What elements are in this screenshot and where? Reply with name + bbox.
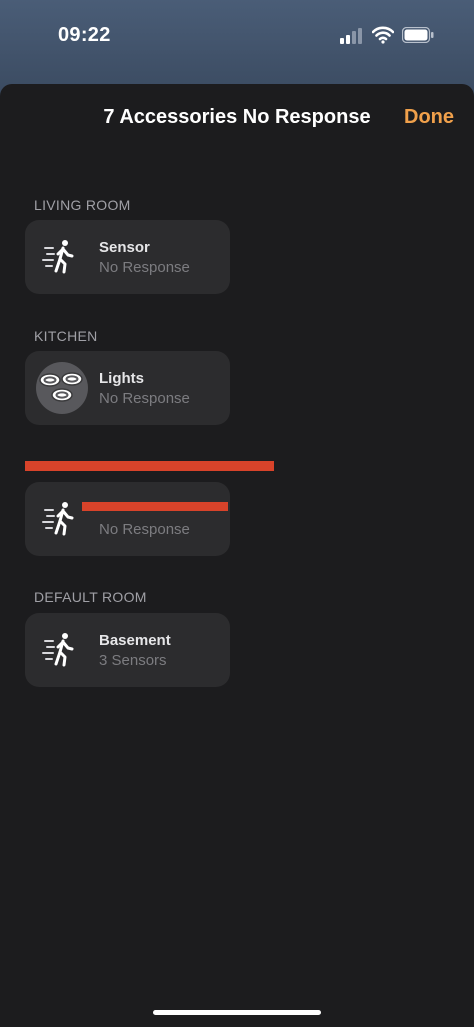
tile-name: Lights: [99, 370, 144, 387]
tile-status: No Response: [99, 521, 190, 538]
accessory-tile-lights[interactable]: Lights No Response: [25, 351, 230, 425]
no-response-sheet: 7 Accessories No Response Done LIVING RO…: [0, 84, 474, 1027]
home-indicator[interactable]: [153, 1010, 321, 1015]
tile-name: Basement: [99, 632, 171, 649]
section-header-kitchen: KITCHEN: [34, 328, 98, 344]
accessory-tile-basement[interactable]: Basement 3 Sensors: [25, 613, 230, 687]
tile-name: Sensor: [99, 239, 150, 256]
redaction-bar: [25, 461, 274, 471]
wifi-icon: [372, 26, 394, 44]
section-header-default-room: DEFAULT ROOM: [34, 589, 147, 605]
tile-status: 3 Sensors: [99, 652, 167, 669]
cellular-signal-icon: [340, 28, 362, 44]
tile-status: No Response: [99, 259, 190, 276]
done-button[interactable]: Done: [404, 106, 454, 129]
status-bar: 09:22: [0, 0, 474, 70]
status-time: 09:22: [58, 24, 111, 46]
section-header-living-room: LIVING ROOM: [34, 197, 131, 213]
sheet-title: 7 Accessories No Response: [103, 106, 371, 128]
accessory-tile-redacted[interactable]: No Response: [25, 482, 230, 556]
redaction-bar: [82, 502, 228, 511]
motion-sensor-icon: [42, 240, 74, 274]
motion-sensor-icon: [42, 633, 74, 667]
accessory-tile-sensor[interactable]: Sensor No Response: [25, 220, 230, 294]
tile-status: No Response: [99, 390, 190, 407]
motion-sensor-icon: [42, 502, 74, 536]
lights-icon: [36, 362, 88, 414]
battery-icon: [402, 27, 434, 43]
